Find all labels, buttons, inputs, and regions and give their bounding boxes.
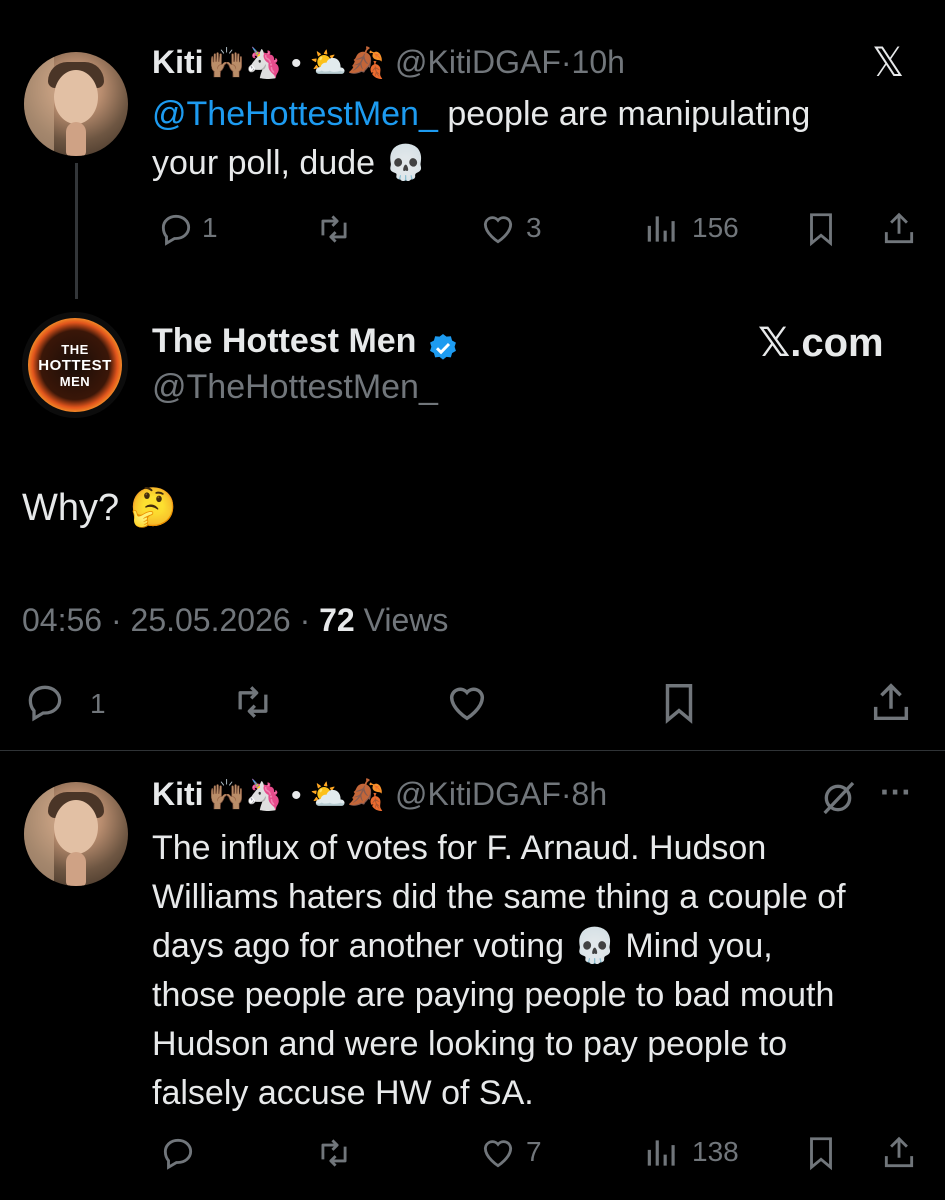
tweet-line-2: Williams haters did the same thing a cou… <box>152 878 846 916</box>
tweet-text: Why? <box>22 487 120 529</box>
reply-count: 1 <box>90 688 106 719</box>
grok-icon[interactable] <box>818 778 858 818</box>
tweet-line-4: those people are paying people to bad mo… <box>152 976 835 1014</box>
x-logo-icon: 𝕏 <box>872 41 905 85</box>
views-count: 138 <box>692 1136 739 1167</box>
share-icon[interactable] <box>880 1134 918 1172</box>
post-date[interactable]: 25.05.2026 <box>131 602 291 638</box>
bookmark-icon[interactable] <box>802 210 840 248</box>
handle[interactable]: @TheHottestMen_ <box>152 368 438 407</box>
skull-emoji: 💀 <box>384 144 427 182</box>
tweet2-actions: 1 <box>22 678 922 728</box>
tweet3-header: Kiti 🙌🏽🦄 • ⛅🍂 @KitiDGAF·8h <box>152 776 607 816</box>
tweet-line-3a: days ago for another voting <box>152 927 565 965</box>
handle[interactable]: @KitiDGAF <box>395 776 561 812</box>
like-icon[interactable] <box>442 680 492 726</box>
tweet-line-6: falsely accuse HW of SA. <box>152 1074 534 1112</box>
tweet2-meta: 04:56 · 25.05.2026 · 72 Views <box>22 602 448 639</box>
section-divider <box>0 750 945 751</box>
retweet-icon[interactable] <box>312 1134 356 1172</box>
tweet2-text: Why? 🤔 <box>22 486 177 530</box>
reply-icon[interactable] <box>158 1134 198 1172</box>
like-count: 3 <box>526 212 542 243</box>
tweet-text: people are manipulating <box>437 95 811 133</box>
separator-dot: · <box>110 602 122 638</box>
tweet1-actions: 1 3 156 <box>152 206 922 250</box>
x-com-watermark: 𝕏.com <box>758 321 884 365</box>
avatar-logo-text-3: MEN <box>59 374 91 389</box>
thinking-emoji: 🤔 <box>129 487 178 529</box>
views-count: 156 <box>692 212 739 243</box>
reply-icon[interactable] <box>156 210 196 248</box>
avatar-logo-text-2: HOTTEST <box>38 357 112 374</box>
kiti-avatar[interactable] <box>24 782 128 886</box>
like-icon[interactable] <box>478 1134 518 1172</box>
post-time[interactable]: 04:56 <box>22 602 102 638</box>
tweet-line-5: Hudson and were looking to pay people to <box>152 1025 788 1063</box>
timestamp[interactable]: 8h <box>572 776 608 812</box>
tweet3-text: The influx of votes for F. Arnaud. Hudso… <box>152 824 932 1118</box>
name-emojis: 🙌🏽🦄 • ⛅🍂 <box>208 779 385 812</box>
retweet-icon[interactable] <box>228 680 278 724</box>
share-icon[interactable] <box>880 210 918 248</box>
separator-dot: · <box>560 776 572 812</box>
tweet3-actions: 7 138 <box>152 1130 922 1174</box>
retweet-icon[interactable] <box>312 210 356 248</box>
tweet1-text: @TheHottestMen_ people are manipulating … <box>152 90 912 188</box>
separator-dot: · <box>299 602 311 638</box>
skull-emoji: 💀 <box>573 927 616 965</box>
timestamp[interactable]: 10h <box>572 44 625 80</box>
share-icon[interactable] <box>868 680 914 726</box>
bookmark-icon[interactable] <box>802 1134 840 1172</box>
tweet-text-line2: your poll, dude <box>152 144 376 182</box>
kiti-avatar[interactable] <box>24 52 128 156</box>
views-number: 72 <box>319 602 355 638</box>
tweet1-header: Kiti 🙌🏽🦄 • ⛅🍂 @KitiDGAF·10h <box>152 44 625 84</box>
views-icon[interactable] <box>642 1134 682 1172</box>
name-emojis: 🙌🏽🦄 • ⛅🍂 <box>208 47 385 80</box>
handle[interactable]: @KitiDGAF <box>395 44 561 80</box>
display-name[interactable]: The Hottest Men <box>152 322 416 360</box>
reply-icon[interactable] <box>22 680 68 724</box>
display-name[interactable]: Kiti <box>152 776 204 812</box>
like-count: 7 <box>526 1136 542 1167</box>
views-label: Views <box>363 602 449 638</box>
thehottestmen-avatar[interactable]: THE HOTTEST MEN <box>22 312 128 418</box>
bookmark-icon[interactable] <box>656 680 702 726</box>
thread-connector <box>75 163 78 299</box>
tweet-line-1: The influx of votes for F. Arnaud. Hudso… <box>152 829 767 867</box>
like-icon[interactable] <box>478 210 518 248</box>
reply-count: 1 <box>202 212 218 243</box>
tweet2-header: The Hottest Men <box>152 322 459 364</box>
display-name[interactable]: Kiti <box>152 44 204 80</box>
avatar-logo-text-1: THE <box>61 342 89 357</box>
views-icon[interactable] <box>642 210 682 248</box>
verified-icon <box>427 332 459 364</box>
more-icon[interactable]: ··· <box>880 774 912 811</box>
tweet-line-3b: Mind you, <box>625 927 773 965</box>
separator-dot: · <box>560 44 572 80</box>
mention-link[interactable]: @TheHottestMen_ <box>152 95 438 133</box>
